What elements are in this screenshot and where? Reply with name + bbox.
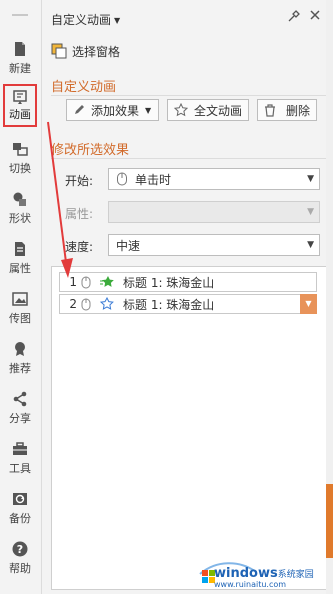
sidebar-item-transition[interactable]: 切换 — [2, 141, 38, 176]
sidebar-item-recommend[interactable]: 推荐 — [2, 341, 38, 376]
trash-icon — [265, 103, 275, 117]
properties-icon — [15, 242, 25, 256]
sidebar-item-label: 备份 — [9, 512, 31, 525]
sidebar-item-label: 动画 — [9, 108, 31, 121]
select-pane-icon — [51, 43, 67, 59]
full-text-label: 全文动画 — [194, 103, 243, 118]
panel-title[interactable]: 自定义动画 ▼ — [51, 11, 120, 28]
custom-animation-panel: 自定义动画 ▼ 选择窗格 自定义动画 添加效果 ▼ 全文动画 删除 修改所选效果 … — [42, 0, 333, 594]
caret-down-icon: ▼ — [114, 16, 121, 25]
sidebar-item-backup[interactable]: 备份 — [2, 491, 38, 526]
animation-target-text: 标题 1: 珠海金山 — [123, 297, 215, 312]
scrollbar-thumb[interactable] — [326, 484, 333, 558]
delete-label: 删除 — [286, 103, 311, 118]
full-text-animation-button[interactable]: 全文动画 — [167, 99, 249, 121]
section-title-text: 修改所选效果 — [51, 143, 130, 158]
pin-icon[interactable] — [287, 9, 301, 23]
select-pane-label: 选择窗格 — [72, 44, 121, 59]
start-value: 单击时 — [135, 172, 172, 187]
help-icon: ? — [12, 541, 28, 557]
caret-down-icon: ▼ — [307, 174, 314, 184]
sidebar-item-label: 属性 — [9, 262, 31, 275]
speed-select[interactable]: 中速 ▼ — [108, 234, 320, 256]
row-dropdown-button[interactable]: ▼ — [300, 294, 317, 314]
animation-list[interactable]: 1 标题 1: 珠海金山 2 标题 1: 珠海金山 ▼ — [51, 266, 332, 590]
caret-down-icon: ▼ — [145, 105, 152, 115]
sidebar-item-label: 新建 — [9, 62, 31, 75]
sidebar-item-label: 推荐 — [9, 362, 31, 375]
speed-label: 速度: — [65, 240, 94, 254]
sidebar-item-upload-image[interactable]: 传图 — [2, 291, 38, 326]
svg-text:?: ? — [17, 543, 23, 556]
recommend-icon — [15, 342, 25, 356]
close-icon[interactable] — [308, 8, 322, 22]
sidebar-item-label: 传图 — [9, 312, 31, 325]
panel-title-text: 自定义动画 — [51, 13, 112, 27]
sidebar-item-label: 形状 — [9, 212, 31, 225]
start-label: 开始: — [65, 174, 94, 188]
select-pane-button[interactable]: 选择窗格 — [51, 42, 120, 60]
sidebar-item-help[interactable]: ? 帮助 — [2, 541, 38, 576]
animation-target-text: 标题 1: 珠海金山 — [123, 275, 215, 290]
watermark-text: windows系统家园 www.ruinaitu.com — [214, 566, 314, 589]
watermark-site: 系统家园 — [277, 570, 314, 580]
animation-icon — [13, 90, 27, 104]
divider — [51, 158, 329, 159]
sidebar-grip[interactable] — [12, 14, 28, 16]
sidebar-item-tools[interactable]: 工具 — [2, 441, 38, 476]
add-effect-label: 添加效果 — [91, 103, 140, 118]
sidebar-item-label: 帮助 — [9, 562, 31, 575]
new-file-icon — [15, 42, 25, 56]
entrance-star-icon — [100, 276, 114, 287]
sidebar-item-properties[interactable]: 属性 — [2, 241, 38, 276]
watermark-domain: www.ruinaitu.com — [214, 580, 287, 589]
emphasis-star-icon — [99, 297, 114, 310]
watermark-brand: windows — [214, 566, 278, 581]
mouse-icon — [81, 276, 91, 288]
star-outline-icon — [174, 103, 188, 117]
list-item[interactable]: 2 标题 1: 珠海金山 ▼ — [59, 294, 317, 314]
share-icon — [13, 391, 27, 407]
backup-icon — [13, 493, 27, 505]
sidebar-item-new[interactable]: 新建 — [2, 41, 38, 76]
start-select[interactable]: 单击时 ▼ — [108, 168, 320, 190]
custom-animation-section-title: 自定义动画 — [51, 76, 116, 95]
add-effect-button[interactable]: 添加效果 ▼ — [66, 99, 159, 121]
sidebar: 新建 动画 切换 形状 属性 传图 推荐 分享 工具 备份 ? 帮助 — [0, 0, 42, 594]
mouse-icon — [117, 172, 127, 186]
delete-button[interactable]: 删除 — [257, 99, 317, 121]
property-select: ▼ — [108, 201, 320, 223]
sidebar-item-shape[interactable]: 形状 — [2, 191, 38, 226]
toolbox-icon — [13, 442, 27, 455]
pencil-icon — [75, 105, 84, 114]
transition-icon — [13, 143, 28, 156]
caret-down-icon: ▼ — [307, 207, 314, 217]
mouse-icon — [81, 298, 91, 310]
sidebar-item-label: 工具 — [9, 462, 31, 475]
sidebar-item-animation[interactable]: 动画 — [3, 84, 37, 127]
upload-image-icon — [12, 292, 28, 306]
sidebar-item-label: 分享 — [9, 412, 31, 425]
sidebar-item-share[interactable]: 分享 — [2, 391, 38, 426]
caret-down-icon: ▼ — [307, 240, 314, 250]
order-number: 1 — [69, 275, 77, 289]
property-label: 属性: — [65, 207, 94, 221]
sidebar-item-label: 切换 — [9, 162, 31, 175]
section-title-text: 自定义动画 — [51, 80, 117, 95]
order-number: 2 — [69, 297, 77, 311]
divider — [51, 95, 329, 96]
list-item[interactable]: 1 标题 1: 珠海金山 — [59, 272, 317, 292]
speed-value: 中速 — [116, 238, 141, 253]
shape-icon — [13, 192, 26, 206]
modify-effect-section-title: 修改所选效果 — [51, 139, 129, 158]
